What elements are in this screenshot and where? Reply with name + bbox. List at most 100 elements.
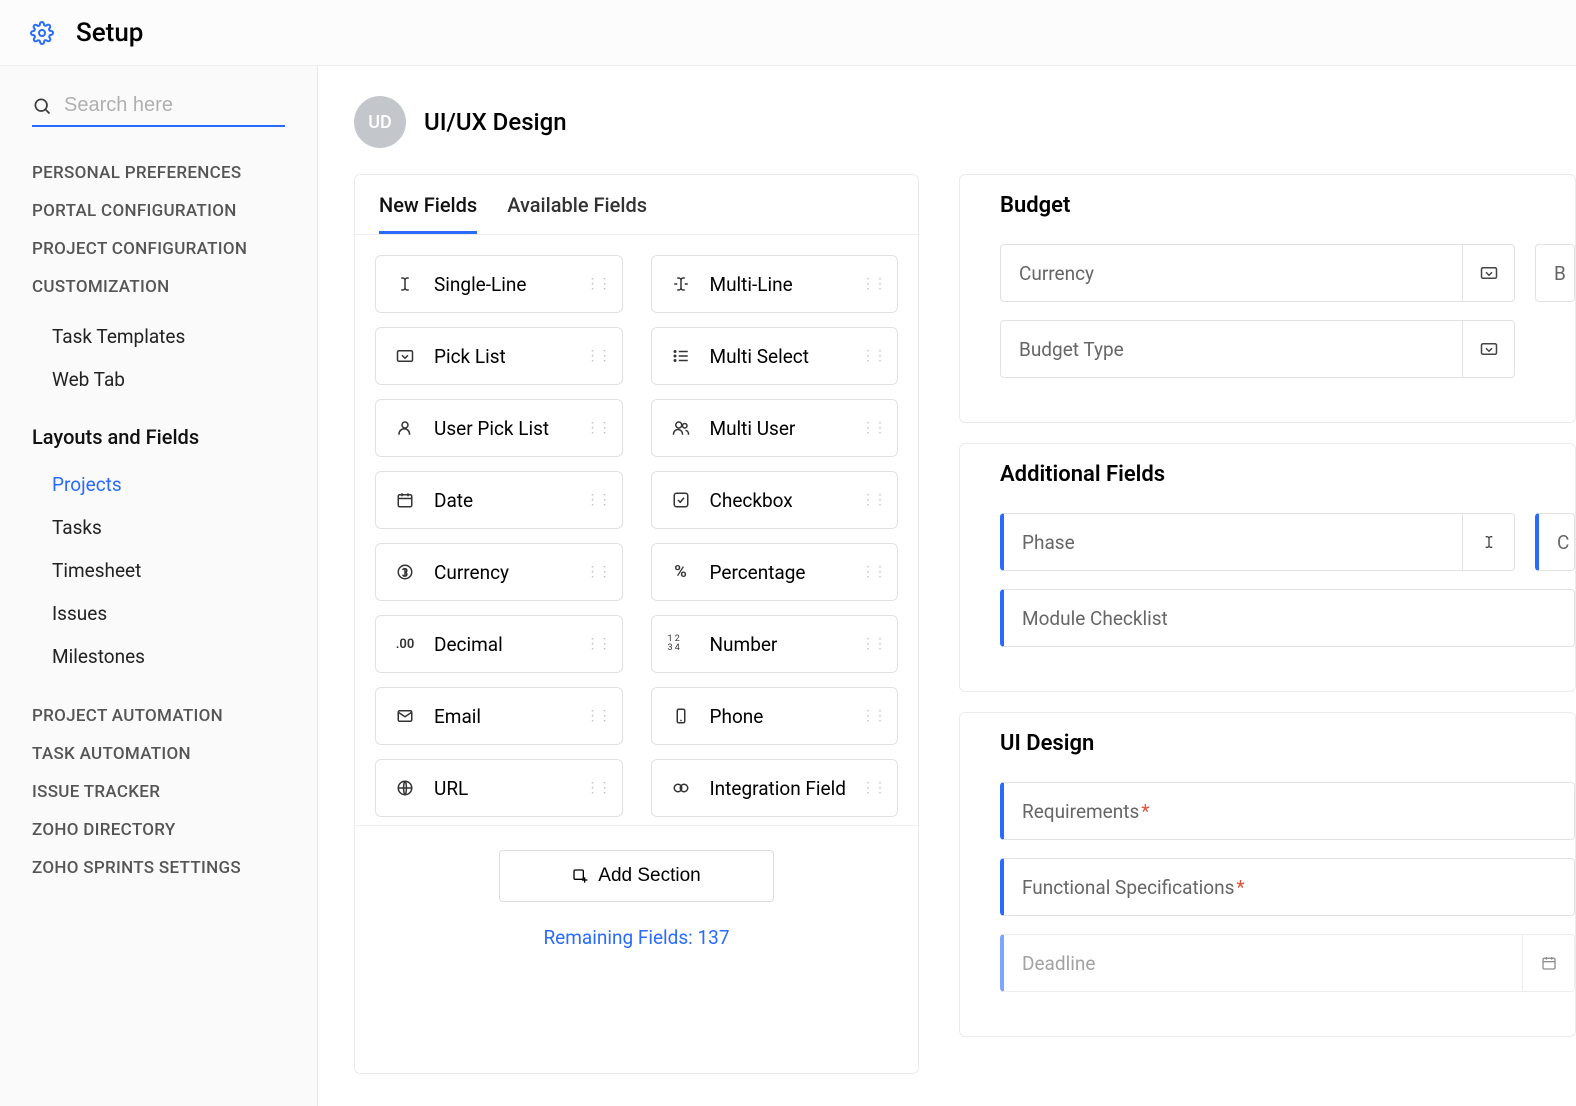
- drag-handle-icon: ⋮⋮: [586, 276, 610, 292]
- section-additional: Additional Fields Phase C Module Check: [959, 443, 1576, 692]
- field-date[interactable]: Date ⋮⋮: [375, 471, 623, 529]
- nav-issues[interactable]: Issues: [32, 592, 285, 635]
- field-label: Date: [434, 489, 586, 512]
- field-label: Multi User: [710, 417, 862, 440]
- nav-customization[interactable]: CUSTOMIZATION: [32, 277, 285, 297]
- field-checkbox[interactable]: Checkbox ⋮⋮: [651, 471, 899, 529]
- field-label: C: [1557, 531, 1569, 554]
- field-label: Number: [710, 633, 862, 656]
- field-single-line[interactable]: Single-Line ⋮⋮: [375, 255, 623, 313]
- field-label: Module Checklist: [1022, 607, 1168, 630]
- field-label: Percentage: [710, 561, 862, 584]
- currency-icon: [392, 563, 418, 581]
- nav-personal-preferences[interactable]: PERSONAL PREFERENCES: [32, 163, 285, 183]
- phase-field[interactable]: Phase: [1000, 513, 1515, 571]
- nav-tasks[interactable]: Tasks: [32, 506, 285, 549]
- drag-handle-icon: ⋮⋮: [861, 348, 885, 364]
- field-type-icon: [1462, 245, 1514, 301]
- percent-icon: %: [668, 562, 694, 582]
- project-avatar: UD: [354, 96, 406, 148]
- drag-handle-icon: ⋮⋮: [586, 708, 610, 724]
- mail-icon: [392, 707, 418, 725]
- field-label: Deadline: [1022, 952, 1095, 975]
- nav-issue-tracker[interactable]: ISSUE TRACKER: [32, 782, 285, 802]
- field-label: Decimal: [434, 633, 586, 656]
- integration-icon: [668, 779, 694, 797]
- field-percentage[interactable]: % Percentage ⋮⋮: [651, 543, 899, 601]
- nav-projects[interactable]: Projects: [32, 463, 285, 506]
- nav-web-tab[interactable]: Web Tab: [32, 358, 285, 401]
- budget-currency-field[interactable]: Currency: [1000, 244, 1515, 302]
- dropdown-icon: [392, 349, 418, 363]
- nav-task-templates[interactable]: Task Templates: [32, 315, 285, 358]
- search-input[interactable]: [64, 94, 318, 117]
- field-user-pick-list[interactable]: User Pick List ⋮⋮: [375, 399, 623, 457]
- section-title: Budget: [1000, 193, 1575, 218]
- nav-zoho-sprints[interactable]: ZOHO SPRINTS SETTINGS: [32, 858, 285, 878]
- sidebar-search[interactable]: [32, 94, 285, 127]
- field-multi-line[interactable]: Multi-Line ⋮⋮: [651, 255, 899, 313]
- remaining-fields-count: Remaining Fields: 137: [543, 926, 729, 949]
- field-url[interactable]: URL ⋮⋮: [375, 759, 623, 817]
- field-decimal[interactable]: .00 Decimal ⋮⋮: [375, 615, 623, 673]
- drag-handle-icon: ⋮⋮: [861, 276, 885, 292]
- budget-type-field[interactable]: Budget Type: [1000, 320, 1515, 378]
- field-number[interactable]: 1 23 4 Number ⋮⋮: [651, 615, 899, 673]
- field-multi-user[interactable]: Multi User ⋮⋮: [651, 399, 899, 457]
- field-label: Integration Field: [710, 777, 862, 800]
- drag-handle-icon: ⋮⋮: [586, 492, 610, 508]
- field-multi-select[interactable]: Multi Select ⋮⋮: [651, 327, 899, 385]
- nav-layouts-and-fields[interactable]: Layouts and Fields: [32, 425, 285, 449]
- sidebar: PERSONAL PREFERENCES PORTAL CONFIGURATIO…: [0, 66, 318, 1106]
- field-integration[interactable]: Integration Field ⋮⋮: [651, 759, 899, 817]
- nav-timesheet[interactable]: Timesheet: [32, 549, 285, 592]
- phone-icon: [668, 707, 694, 725]
- nav-project-automation[interactable]: PROJECT AUTOMATION: [32, 706, 285, 726]
- field-label: B: [1554, 262, 1566, 285]
- field-label: Email: [434, 705, 586, 728]
- drag-handle-icon: ⋮⋮: [861, 780, 885, 796]
- required-asterisk: *: [1236, 876, 1244, 899]
- text-cursor-icon: [1462, 514, 1514, 570]
- drag-handle-icon: ⋮⋮: [586, 564, 610, 580]
- drag-handle-icon: ⋮⋮: [861, 420, 885, 436]
- fields-tabs: New Fields Available Fields: [355, 175, 918, 235]
- section-title: UI Design: [1000, 731, 1575, 756]
- tab-available-fields[interactable]: Available Fields: [507, 193, 647, 234]
- module-checklist-field[interactable]: Module Checklist: [1000, 589, 1575, 647]
- field-currency[interactable]: Currency ⋮⋮: [375, 543, 623, 601]
- section-title: Additional Fields: [1000, 462, 1575, 487]
- functional-spec-field[interactable]: Functional Specifications*: [1000, 858, 1575, 916]
- nav-project-configuration[interactable]: PROJECT CONFIGURATION: [32, 239, 285, 259]
- field-pick-list[interactable]: Pick List ⋮⋮: [375, 327, 623, 385]
- field-label: Pick List: [434, 345, 586, 368]
- decimal-icon: .00: [392, 637, 418, 652]
- calendar-icon: [392, 491, 418, 509]
- project-title: UI/UX Design: [424, 108, 567, 136]
- field-label: Multi-Line: [710, 273, 862, 296]
- deadline-field[interactable]: Deadline: [1000, 934, 1575, 992]
- fields-panel: New Fields Available Fields Single-Line …: [354, 174, 919, 1074]
- tab-new-fields[interactable]: New Fields: [379, 193, 477, 234]
- nav-portal-configuration[interactable]: PORTAL CONFIGURATION: [32, 201, 285, 221]
- drag-handle-icon: ⋮⋮: [861, 492, 885, 508]
- nav-milestones[interactable]: Milestones: [32, 635, 285, 678]
- field-label: Budget Type: [1019, 338, 1124, 361]
- field-label: Currency: [1019, 262, 1094, 285]
- requirements-field[interactable]: Requirements*: [1000, 782, 1575, 840]
- users-icon: [668, 419, 694, 437]
- number-icon: 1 23 4: [668, 635, 694, 653]
- required-asterisk: *: [1141, 800, 1149, 823]
- multiline-icon: [668, 275, 694, 293]
- user-icon: [392, 419, 418, 437]
- add-section-label: Add Section: [598, 865, 700, 887]
- add-section-button[interactable]: Add Section: [499, 850, 773, 902]
- budget-extra-field[interactable]: B: [1535, 244, 1575, 302]
- field-label: Requirements: [1022, 800, 1139, 823]
- top-header: Setup: [0, 0, 1576, 66]
- nav-task-automation[interactable]: TASK AUTOMATION: [32, 744, 285, 764]
- nav-zoho-directory[interactable]: ZOHO DIRECTORY: [32, 820, 285, 840]
- field-phone[interactable]: Phone ⋮⋮: [651, 687, 899, 745]
- additional-extra-field[interactable]: C: [1535, 513, 1575, 571]
- field-email[interactable]: Email ⋮⋮: [375, 687, 623, 745]
